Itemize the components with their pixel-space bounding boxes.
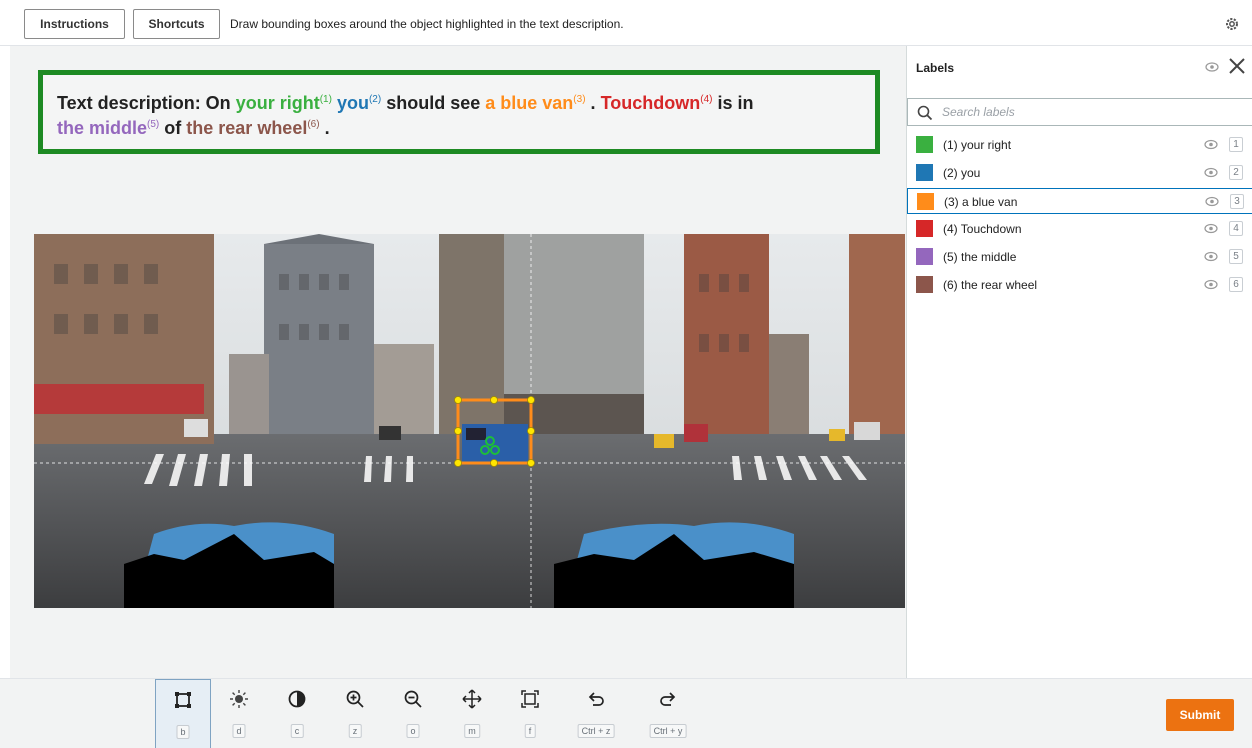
eye-icon[interactable] xyxy=(1204,167,1218,178)
label-color-swatch xyxy=(916,136,933,153)
shortcut-key: f xyxy=(524,724,536,738)
phrase-1-index: (1) xyxy=(319,94,332,105)
label-shortcut-key: 1 xyxy=(1229,137,1243,152)
shortcut-key: d xyxy=(232,724,246,738)
eye-icon[interactable] xyxy=(1204,279,1218,290)
gear-icon[interactable] xyxy=(1224,16,1240,32)
instruction-text: Draw bounding boxes around the object hi… xyxy=(230,17,624,31)
box-tool[interactable]: b xyxy=(155,679,211,748)
search-field[interactable] xyxy=(907,98,1252,126)
label-color-swatch xyxy=(916,220,933,237)
description-text: should see xyxy=(386,93,481,113)
description-text: of xyxy=(164,118,182,138)
phrase-5-index: (5) xyxy=(147,119,160,130)
phrase-6-index: (6) xyxy=(307,119,320,130)
box-icon xyxy=(173,690,193,710)
label-color-swatch xyxy=(916,276,933,293)
shortcut-key: z xyxy=(348,724,362,738)
bottom-toolbar: b d c z o m f Ctrl + z Ctrl + y Submit xyxy=(0,678,1252,748)
shortcut-key: o xyxy=(406,724,420,738)
description-text: . xyxy=(324,118,330,138)
zoom-in-tool[interactable]: z xyxy=(327,679,383,748)
instructions-button[interactable]: Instructions xyxy=(24,9,125,39)
zoom-out-icon xyxy=(403,689,423,709)
label-text: (6) the rear wheel xyxy=(943,278,1038,292)
label-color-swatch xyxy=(917,193,934,210)
move-icon xyxy=(462,689,482,709)
label-text: (3) a blue van xyxy=(944,195,1018,209)
fit-icon xyxy=(520,689,540,709)
label-shortcut-key: 2 xyxy=(1229,165,1243,180)
phrase-the-middle: the middle xyxy=(57,118,148,138)
label-color-swatch xyxy=(916,248,933,265)
label-text: (1) your right xyxy=(943,138,1012,152)
shortcut-key: b xyxy=(176,725,190,739)
label-item[interactable]: (1) your right 1 xyxy=(907,132,1252,158)
label-item[interactable]: (3) a blue van 3 xyxy=(907,188,1252,214)
search-icon xyxy=(917,105,933,121)
label-text: (2) you xyxy=(943,166,981,180)
eye-icon[interactable] xyxy=(1204,251,1218,262)
description-text: is in xyxy=(717,93,754,113)
phrase-you: you xyxy=(336,93,369,113)
label-shortcut-key: 3 xyxy=(1230,194,1244,209)
eye-icon[interactable] xyxy=(1205,61,1219,73)
move-tool[interactable]: m xyxy=(444,679,500,748)
label-shortcut-key: 4 xyxy=(1229,221,1243,236)
labels-panel: Labels (1) your right 1 (2) you 2 (3) a blue… xyxy=(906,46,1252,678)
label-shortcut-key: 5 xyxy=(1229,249,1243,264)
description-prefix: Text description: On xyxy=(57,93,231,113)
shortcut-key: Ctrl + z xyxy=(577,724,615,738)
submit-button[interactable]: Submit xyxy=(1166,699,1234,731)
zoom-out-tool[interactable]: o xyxy=(385,679,441,748)
description-text: . xyxy=(590,93,596,113)
shortcut-key: Ctrl + y xyxy=(649,724,687,738)
search-input[interactable] xyxy=(942,102,1242,122)
brightness-tool[interactable]: d xyxy=(211,679,267,748)
phrase-2-index: (2) xyxy=(368,94,382,105)
fit-tool[interactable]: f xyxy=(502,679,558,748)
label-shortcut-key: 6 xyxy=(1229,277,1243,292)
phrase-rear-wheel: the rear wheel xyxy=(186,118,308,138)
phrase-3-index: (3) xyxy=(573,94,586,105)
panel-title: Labels xyxy=(916,61,955,75)
redo-tool[interactable]: Ctrl + y xyxy=(640,679,696,748)
street-panorama-image[interactable] xyxy=(34,234,905,608)
phrase-touchdown: Touchdown xyxy=(600,93,701,113)
shortcuts-button[interactable]: Shortcuts xyxy=(133,9,220,39)
undo-icon xyxy=(586,689,606,709)
label-text: (4) Touchdown xyxy=(943,222,1022,236)
annotation-workspace: Text description: On your right(1) you(2… xyxy=(10,46,906,678)
label-item[interactable]: (5) the middle 5 xyxy=(907,244,1252,270)
label-item[interactable]: (4) Touchdown 4 xyxy=(907,216,1252,242)
phrase-4-index: (4) xyxy=(700,94,713,105)
phrase-your-right: your right xyxy=(235,93,320,113)
top-bar: Instructions Shortcuts Draw bounding box… xyxy=(0,0,1252,46)
label-color-swatch xyxy=(916,164,933,181)
eye-icon[interactable] xyxy=(1205,196,1219,207)
eye-icon[interactable] xyxy=(1204,139,1218,150)
shortcut-key: m xyxy=(464,724,480,738)
zoom-in-icon xyxy=(345,689,365,709)
close-icon[interactable] xyxy=(1227,56,1247,76)
contrast-tool[interactable]: c xyxy=(269,679,325,748)
brightness-icon xyxy=(229,689,249,709)
label-item[interactable]: (2) you 2 xyxy=(907,160,1252,186)
label-text: (5) the middle xyxy=(943,250,1017,264)
contrast-icon xyxy=(287,689,307,709)
redo-icon xyxy=(658,689,678,709)
text-description: Text description: On your right(1) you(2… xyxy=(38,70,880,154)
label-item[interactable]: (6) the rear wheel 6 xyxy=(907,272,1252,298)
shortcut-key: c xyxy=(290,724,304,738)
undo-tool[interactable]: Ctrl + z xyxy=(568,679,624,748)
phrase-blue-van: a blue van xyxy=(485,93,574,113)
eye-icon[interactable] xyxy=(1204,223,1218,234)
